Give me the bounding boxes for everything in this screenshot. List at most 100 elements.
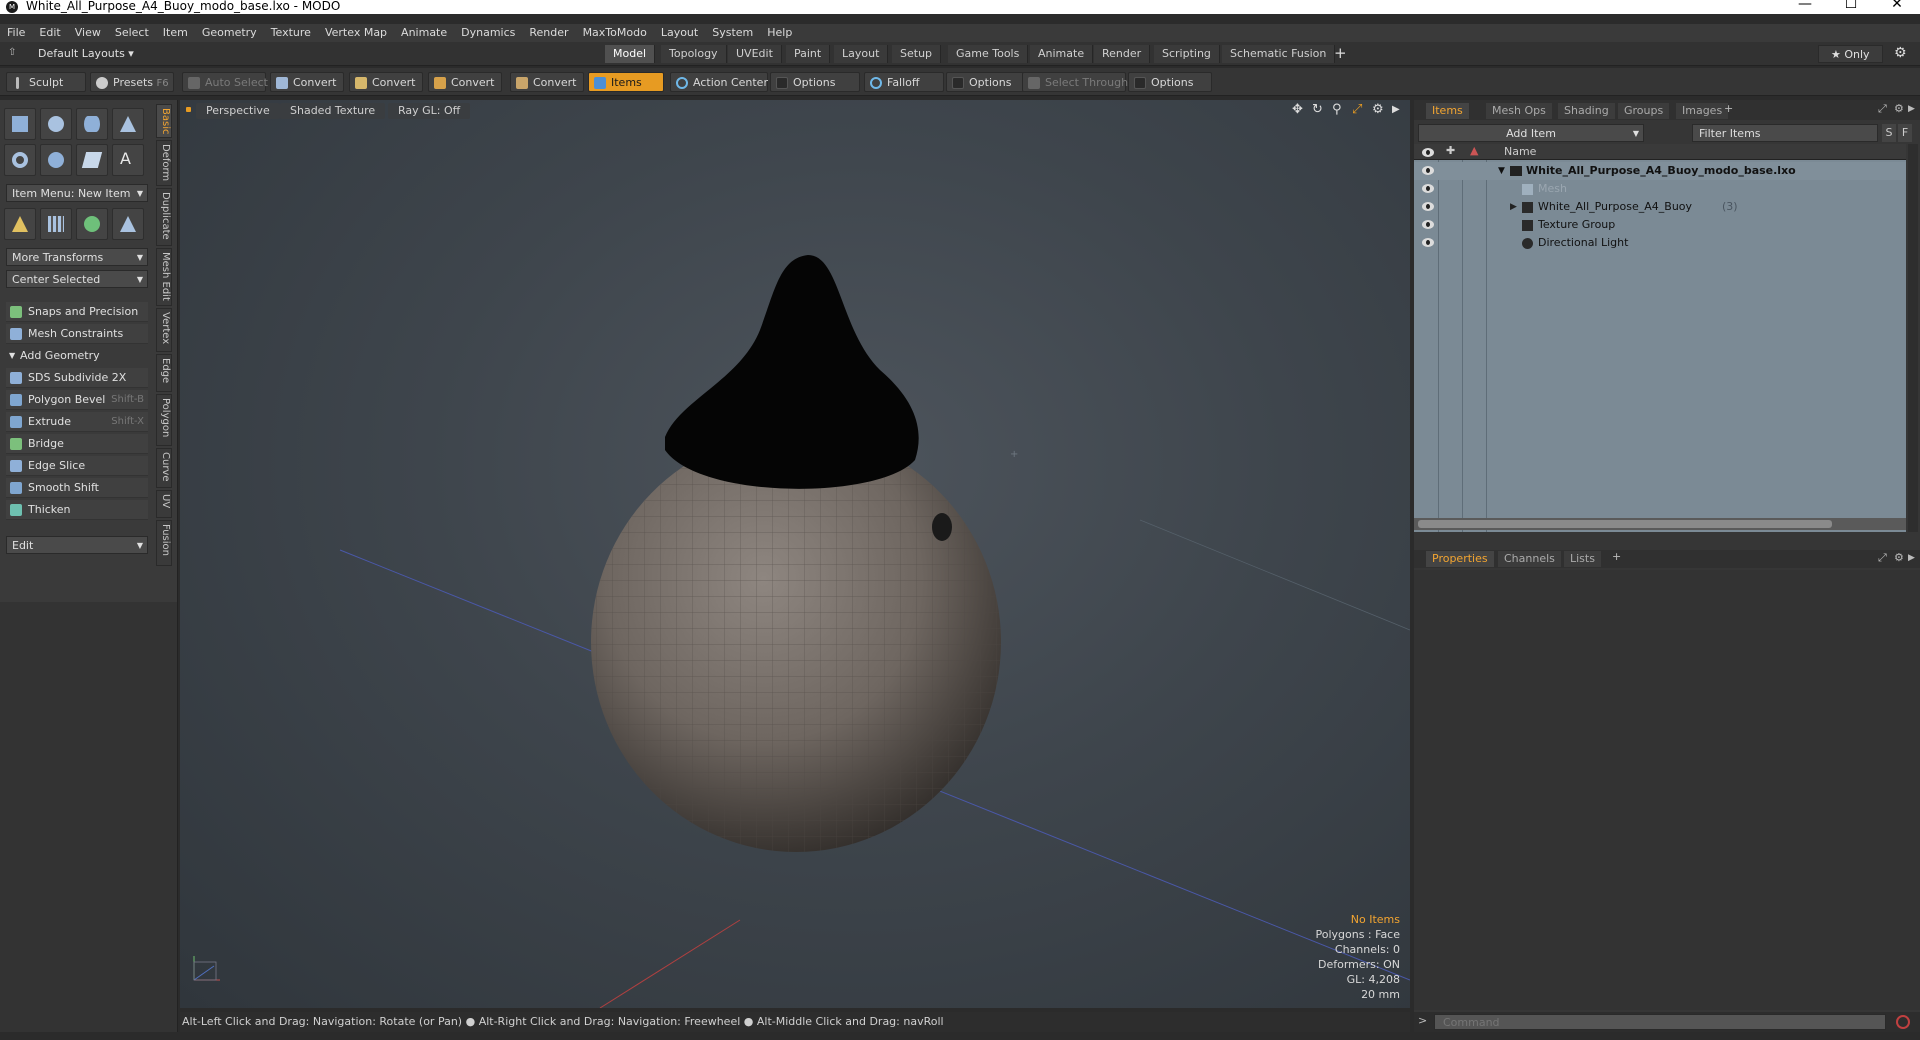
expand-right-icon[interactable]: ▶: [1908, 104, 1915, 114]
layout-toggle-icon[interactable]: ⇧: [8, 47, 18, 59]
raygl-button[interactable]: Ray GL: Off: [388, 103, 471, 119]
tree-row-buoy[interactable]: ▶ White_All_Purpose_A4_Buoy (3): [1414, 198, 1906, 216]
close-icon[interactable]: ✕: [1874, 0, 1920, 12]
layout-dropdown[interactable]: Default Layouts ▾: [38, 45, 134, 63]
tab-properties[interactable]: Properties: [1426, 551, 1494, 567]
select-through-button[interactable]: Select Through: [1022, 72, 1128, 92]
sphere-primitive-button[interactable]: [40, 108, 72, 140]
item-menu-dropdown[interactable]: Item Menu: New Item ▼: [6, 184, 148, 202]
add-tab-button[interactable]: +: [1334, 44, 1347, 62]
only-toggle-button[interactable]: ★ Only: [1818, 45, 1883, 63]
action-center-button[interactable]: Action Center: [670, 72, 768, 92]
pen-tool-button[interactable]: [76, 144, 108, 176]
tab-mesh-ops[interactable]: Mesh Ops: [1486, 103, 1552, 119]
tab-paint[interactable]: Paint: [786, 45, 831, 63]
shading-mode-button[interactable]: Shaded Texture: [280, 103, 386, 119]
add-tab-button[interactable]: +: [1724, 102, 1733, 115]
tab-images[interactable]: Images: [1676, 103, 1729, 119]
tab-setup[interactable]: Setup: [892, 45, 942, 63]
menu-render[interactable]: Render: [522, 24, 575, 42]
menu-dynamics[interactable]: Dynamics: [454, 24, 522, 42]
expand-right-icon[interactable]: ▶: [1908, 553, 1915, 563]
vtab-deform[interactable]: Deform: [156, 140, 172, 186]
menu-help[interactable]: Help: [760, 24, 799, 42]
edit-dropdown[interactable]: Edit ▼: [6, 536, 148, 554]
menu-system[interactable]: System: [705, 24, 760, 42]
menu-animate[interactable]: Animate: [394, 24, 454, 42]
convert-items-button[interactable]: Convert: [510, 72, 584, 92]
filter-items-input[interactable]: Filter Items: [1692, 124, 1878, 142]
scrollbar-thumb[interactable]: [1418, 520, 1832, 528]
vtab-fusion[interactable]: Fusion: [156, 520, 172, 566]
text-tool-button[interactable]: A: [112, 144, 144, 176]
scale-transform-button[interactable]: [112, 208, 144, 240]
convert-edges-button[interactable]: Convert: [349, 72, 423, 92]
zoom-icon[interactable]: ⚲: [1332, 102, 1342, 117]
tree-row-texture-group[interactable]: Texture Group: [1414, 216, 1906, 234]
menu-texture[interactable]: Texture: [264, 24, 318, 42]
menu-maxtomodo[interactable]: MaxToModo: [576, 24, 654, 42]
smooth-shift-button[interactable]: Smooth Shift: [6, 478, 148, 498]
tab-uvedit[interactable]: UVEdit: [728, 45, 782, 63]
polygon-bevel-button[interactable]: Polygon Bevel Shift-B: [6, 390, 148, 410]
convert-polygons-button[interactable]: Convert: [428, 72, 502, 92]
horizontal-scrollbar[interactable]: [1414, 518, 1906, 530]
expand-icon[interactable]: ⤢: [1878, 102, 1887, 116]
center-selected-dropdown[interactable]: Center Selected ▼: [6, 270, 148, 288]
expand-right-icon[interactable]: ▶: [1392, 104, 1400, 115]
visibility-eye-icon[interactable]: [1422, 166, 1434, 175]
select-through-options-button[interactable]: Options: [1128, 72, 1212, 92]
menu-file[interactable]: File: [0, 24, 32, 42]
add-tab-button[interactable]: +: [1612, 550, 1621, 563]
tab-layout[interactable]: Layout: [834, 45, 889, 63]
collapse-triangle-icon[interactable]: ▼: [1498, 162, 1505, 180]
tab-game-tools[interactable]: Game Tools: [948, 45, 1029, 63]
maximize-icon[interactable]: ☐: [1828, 0, 1874, 12]
tab-lists[interactable]: Lists: [1564, 551, 1601, 567]
add-item-dropdown[interactable]: Add Item ▼: [1418, 124, 1644, 142]
move-transform-button[interactable]: [4, 208, 36, 240]
expand-triangle-icon[interactable]: ▶: [1510, 198, 1517, 216]
mesh-constraints-button[interactable]: Mesh Constraints: [6, 324, 148, 344]
menu-geometry[interactable]: Geometry: [195, 24, 264, 42]
menu-edit[interactable]: Edit: [32, 24, 67, 42]
capsule-primitive-button[interactable]: [40, 144, 72, 176]
expand-icon[interactable]: ⤢: [1878, 551, 1887, 565]
cylinder-primitive-button[interactable]: [76, 108, 108, 140]
action-center-options-button[interactable]: Options: [770, 72, 860, 92]
tab-channels[interactable]: Channels: [1498, 551, 1561, 567]
tree-row-scene[interactable]: ▼ White_All_Purpose_A4_Buoy_modo_base.lx…: [1414, 162, 1906, 180]
panel-settings-icon[interactable]: ⚙: [1894, 551, 1904, 564]
rotate-transform-button[interactable]: [76, 208, 108, 240]
snaps-precision-button[interactable]: Snaps and Precision: [6, 302, 148, 322]
tab-scripting[interactable]: Scripting: [1154, 45, 1220, 63]
convert-vertices-button[interactable]: Convert: [270, 72, 344, 92]
vtab-vertex[interactable]: Vertex: [156, 308, 172, 352]
edge-slice-button[interactable]: Edge Slice: [6, 456, 148, 476]
tab-render[interactable]: Render: [1094, 45, 1151, 63]
tab-model[interactable]: Model: [605, 45, 656, 63]
cone-primitive-button[interactable]: [112, 108, 144, 140]
3d-viewport[interactable]: + Perspective Shaded Texture Ray GL: Off…: [180, 100, 1410, 1008]
falloff-button[interactable]: Falloff: [864, 72, 944, 92]
tab-shading[interactable]: Shading: [1558, 103, 1615, 119]
presets-button[interactable]: Presets F6: [90, 72, 174, 92]
buoy-model[interactable]: [591, 255, 1001, 852]
auto-select-button[interactable]: Auto Select: [182, 72, 268, 92]
pan-icon[interactable]: ✥: [1292, 102, 1303, 117]
menu-vertex-map[interactable]: Vertex Map: [318, 24, 394, 42]
tab-animate[interactable]: Animate: [1030, 45, 1094, 63]
visibility-eye-icon[interactable]: [1422, 202, 1434, 211]
thicken-button[interactable]: Thicken: [6, 500, 148, 520]
command-input[interactable]: [1434, 1014, 1886, 1030]
sculpt-button[interactable]: Sculpt: [6, 72, 86, 92]
vtab-mesh-edit[interactable]: Mesh Edit: [156, 248, 172, 306]
search-s-button[interactable]: S: [1882, 124, 1896, 142]
torus-primitive-button[interactable]: [4, 144, 36, 176]
minimize-icon[interactable]: —: [1782, 0, 1828, 12]
vtab-edge[interactable]: Edge: [156, 354, 172, 392]
tab-items[interactable]: Items: [1426, 103, 1469, 119]
tree-row-directional-light[interactable]: Directional Light: [1414, 234, 1906, 252]
visibility-eye-icon[interactable]: [1422, 220, 1434, 229]
grid-transform-button[interactable]: [40, 208, 72, 240]
